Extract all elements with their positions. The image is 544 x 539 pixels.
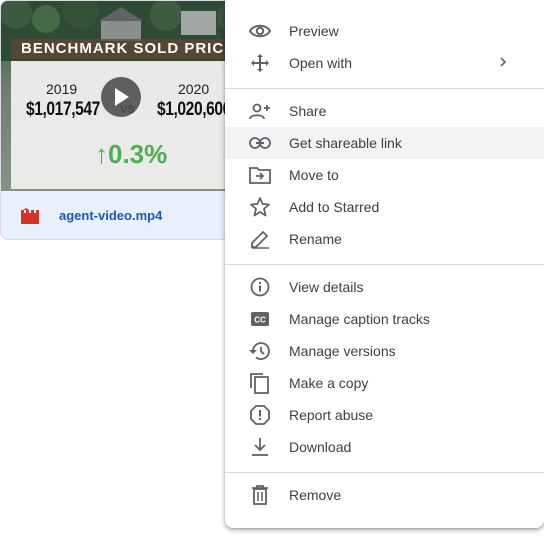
- file-name[interactable]: agent-video.mp4: [59, 208, 162, 223]
- menu-item-label: Manage caption tracks: [289, 311, 430, 327]
- video-file-icon: [21, 208, 39, 224]
- menu-item-share[interactable]: Share: [225, 95, 544, 127]
- trash-icon: [249, 485, 271, 505]
- menu-divider: [225, 88, 544, 89]
- menu-item-download[interactable]: Download: [225, 431, 544, 463]
- copy-icon: [249, 373, 271, 394]
- video-thumbnail[interactable]: BENCHMARK SOLD PRICE 2019 $1,017,547 VS …: [1, 1, 241, 191]
- download-icon: [249, 437, 271, 457]
- file-name-row[interactable]: agent-video.mp4: [1, 191, 241, 239]
- menu-item-label: Share: [289, 103, 327, 119]
- svg-text:CC: CC: [254, 316, 266, 325]
- menu-divider: [225, 264, 544, 265]
- menu-item-label: Add to Starred: [289, 199, 380, 215]
- up-arrow-icon: ↑: [95, 139, 108, 169]
- move-to-folder-icon: [249, 165, 271, 185]
- menu-item-open-with[interactable]: Open with: [225, 47, 544, 79]
- history-icon: [249, 341, 271, 361]
- context-menu: Preview Open with Share Get shareable li…: [225, 0, 544, 528]
- link-icon: [249, 133, 271, 153]
- menu-item-label: Get shareable link: [289, 135, 402, 151]
- menu-item-view-details[interactable]: View details: [225, 271, 544, 303]
- right-year: 2020: [178, 81, 210, 97]
- closed-caption-icon: CC: [249, 309, 271, 329]
- menu-item-make-a-copy[interactable]: Make a copy: [225, 367, 544, 399]
- menu-item-label: Make a copy: [289, 375, 369, 391]
- menu-item-preview[interactable]: Preview: [225, 15, 544, 47]
- menu-item-remove[interactable]: Remove: [225, 479, 544, 511]
- play-button[interactable]: [101, 77, 141, 117]
- menu-item-manage-versions[interactable]: Manage versions: [225, 335, 544, 367]
- left-year: 2019: [46, 81, 78, 97]
- menu-item-get-shareable-link[interactable]: Get shareable link: [225, 127, 544, 159]
- play-icon: [115, 88, 129, 106]
- move-arrows-icon: [249, 53, 271, 73]
- change-percent-value: 0.3%: [108, 139, 168, 169]
- star-icon: [249, 197, 271, 217]
- menu-item-label: View details: [289, 279, 364, 295]
- menu-item-rename[interactable]: Rename: [225, 223, 544, 255]
- menu-item-label: Download: [289, 439, 352, 455]
- add-person-icon: [249, 101, 271, 121]
- change-percent: ↑0.3%: [95, 139, 167, 170]
- file-card[interactable]: BENCHMARK SOLD PRICE 2019 $1,017,547 VS …: [0, 0, 242, 240]
- thumbnail-banner: BENCHMARK SOLD PRICE: [11, 39, 241, 59]
- eye-icon: [249, 21, 271, 41]
- info-icon: [249, 277, 271, 297]
- menu-item-label: Move to: [289, 167, 339, 183]
- menu-item-label: Preview: [289, 23, 339, 39]
- menu-item-label: Report abuse: [289, 407, 374, 423]
- menu-item-label: Open with: [289, 55, 353, 71]
- menu-item-add-to-starred[interactable]: Add to Starred: [225, 191, 544, 223]
- right-price: $1,020,600: [157, 99, 231, 120]
- menu-divider: [225, 472, 544, 473]
- menu-item-move-to[interactable]: Move to: [225, 159, 544, 191]
- left-price: $1,017,547: [26, 99, 100, 120]
- menu-item-report-abuse[interactable]: Report abuse: [225, 399, 544, 431]
- menu-item-label: Remove: [289, 487, 342, 503]
- chevron-right-icon: [498, 54, 508, 70]
- pencil-icon: [249, 229, 271, 249]
- report-icon: [249, 405, 271, 425]
- menu-item-manage-caption-tracks[interactable]: CC Manage caption tracks: [225, 303, 544, 335]
- menu-item-label: Manage versions: [289, 343, 396, 359]
- menu-item-label: Rename: [289, 231, 342, 247]
